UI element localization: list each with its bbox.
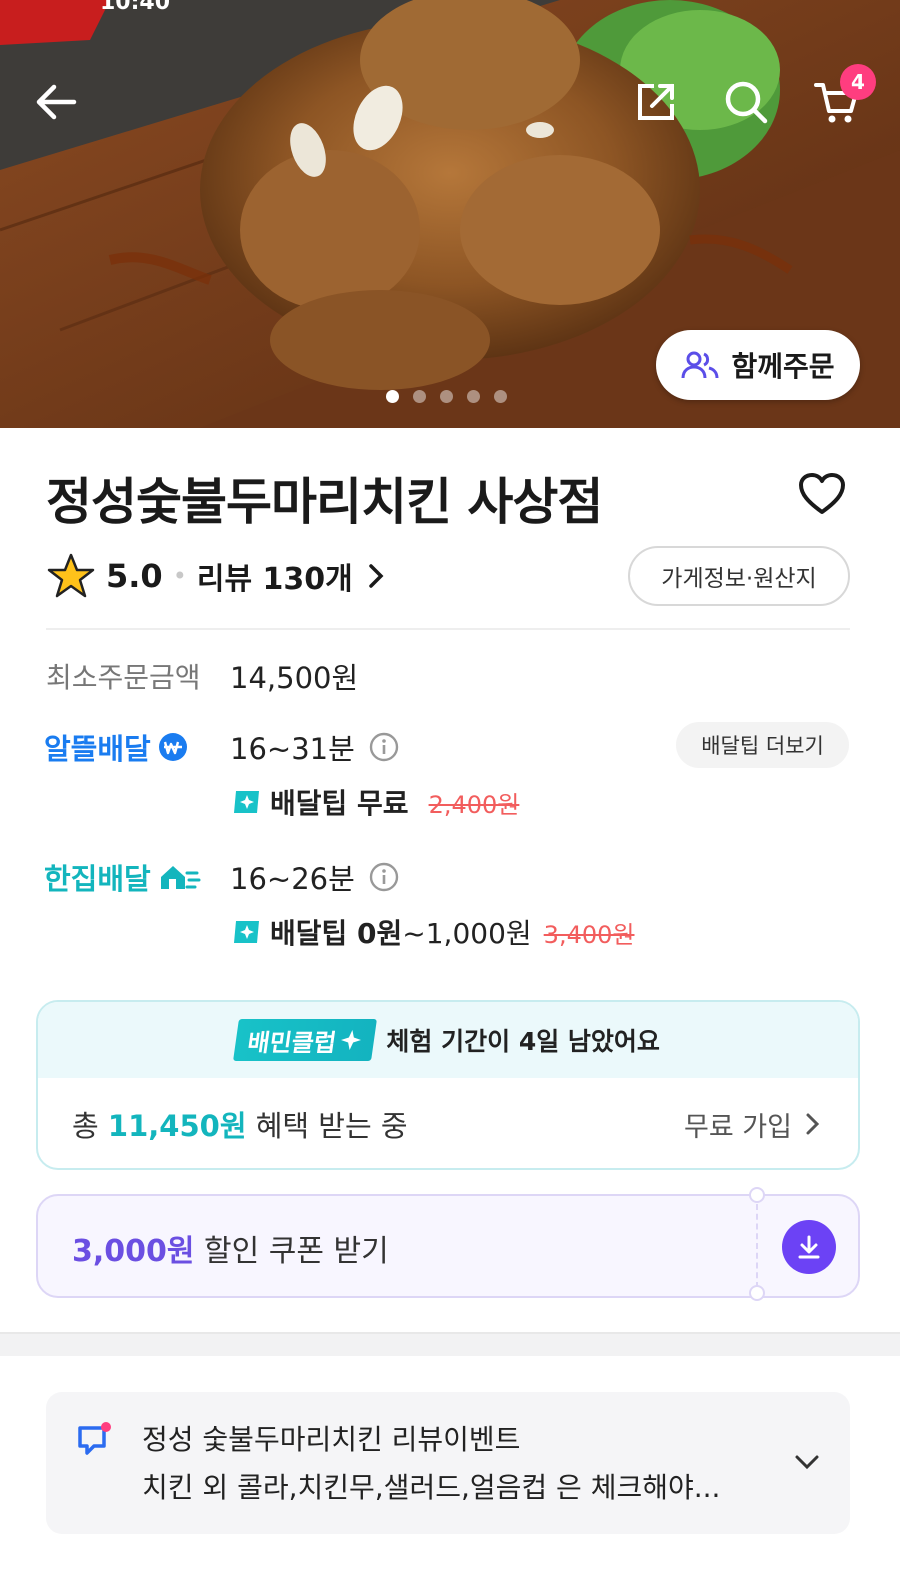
single-delivery-time: 16~26분 — [230, 862, 355, 896]
rating-score: 5.0 — [106, 557, 163, 595]
notice-title: 정성 숯불두마리치킨 리뷰이벤트 — [142, 1423, 521, 1456]
dot-separator: • — [172, 562, 187, 590]
notice-icon — [78, 1422, 111, 1455]
single-delivery-label: 한집배달 — [44, 856, 201, 898]
store-hero-image[interactable]: 10:40 4 함께주문 — [0, 0, 900, 428]
club-sparkle-icon — [234, 921, 259, 943]
saver-tip-label: 배달팁 무료 — [270, 787, 409, 820]
cart-count-badge: 4 — [840, 64, 876, 100]
group-order-label: 함께주문 — [731, 350, 835, 383]
store-info-button[interactable]: 가게정보·원산지 — [628, 546, 850, 606]
divider — [46, 628, 850, 630]
section-divider — [0, 1332, 900, 1356]
info-icon[interactable] — [369, 732, 399, 762]
single-tip-original: 3,400원 — [543, 920, 635, 949]
chevron-down-icon[interactable] — [794, 1452, 820, 1472]
single-tip-range: ~1,000원 — [402, 917, 532, 950]
star-icon — [47, 553, 95, 598]
notice-body: 치킨 외 콜라,치킨무,샐러드,얼음컵 은 체크해야... — [142, 1471, 721, 1504]
club-badge-text: 배민클럽 — [245, 1028, 339, 1057]
search-icon — [725, 81, 768, 124]
min-order-label: 최소주문금액 — [46, 661, 201, 694]
baemin-club-banner[interactable]: 배민클럽 체험 기간이 4일 남았어요 총 11,450원 혜택 받는 중 무료… — [36, 1000, 860, 1170]
saver-delivery-time-row: 16~31분 — [230, 726, 399, 768]
heart-icon — [799, 473, 845, 514]
share-button[interactable] — [628, 74, 684, 130]
sparkle-icon — [341, 1030, 362, 1050]
club-badge: 배민클럽 — [233, 1019, 378, 1061]
rating-row[interactable]: 5.0 • 리뷰 130개 — [46, 550, 391, 602]
coupon-download-banner[interactable]: 3,000원 할인 쿠폰 받기 — [36, 1187, 860, 1301]
single-delivery-text: 한집배달 — [44, 862, 151, 896]
carousel-dot[interactable] — [467, 390, 480, 403]
club-trial-message: 체험 기간이 4일 남았어요 — [386, 1027, 660, 1056]
club-benefit-prefix: 총 — [72, 1109, 99, 1143]
store-notice-card[interactable]: 정성 숯불두마리치킨 리뷰이벤트 치킨 외 콜라,치킨무,샐러드,얼음컵 은 체… — [46, 1392, 850, 1534]
coupon-perforation — [756, 1204, 758, 1288]
back-button[interactable] — [28, 74, 84, 130]
coupon-download-button[interactable] — [782, 1220, 836, 1274]
share-icon — [638, 84, 674, 120]
carousel-dot[interactable] — [440, 390, 453, 403]
single-tip-label: 배달팁 0원 — [270, 917, 403, 950]
store-name: 정성숯불두마리치킨 사상점 — [46, 473, 603, 531]
coupon-text: 3,000원 할인 쿠폰 받기 — [72, 1226, 389, 1270]
review-count-link[interactable]: 리뷰 130개 — [197, 554, 353, 598]
favorite-button[interactable] — [798, 472, 846, 520]
coupon-notch — [749, 1187, 765, 1203]
club-benefit-text: 총 11,450원 혜택 받는 중 — [72, 1103, 408, 1145]
min-order-value: 14,500원 — [230, 661, 359, 695]
tip-more-button[interactable]: 배달팁 더보기 — [676, 722, 849, 768]
saver-tip-original: 2,400원 — [428, 790, 520, 819]
fast-house-icon — [160, 866, 201, 889]
carousel-dot[interactable] — [494, 390, 507, 403]
won-coin-icon — [158, 733, 187, 761]
club-sparkle-icon — [234, 791, 259, 813]
carousel-indicator — [386, 390, 507, 403]
status-time: 10:40 — [100, 0, 171, 15]
club-benefit-row: 총 11,450원 혜택 받는 중 무료 가입 — [38, 1078, 858, 1168]
coupon-label: 할인 쿠폰 받기 — [204, 1234, 389, 1269]
single-tip-row: 배달팁 0원 ~1,000원 3,400원 — [232, 912, 634, 952]
club-join-label: 무료 가입 — [684, 1111, 792, 1143]
carousel-dot[interactable] — [386, 390, 399, 403]
chevron-right-icon — [368, 564, 384, 588]
search-button[interactable] — [718, 74, 774, 130]
chevron-right-icon — [806, 1113, 820, 1135]
carousel-dot[interactable] — [413, 390, 426, 403]
group-order-button[interactable]: 함께주문 — [656, 330, 860, 400]
club-join-link[interactable]: 무료 가입 — [684, 1105, 824, 1144]
saver-delivery-time: 16~31분 — [230, 732, 355, 766]
arrow-left-icon — [36, 84, 77, 120]
club-benefit-suffix: 혜택 받는 중 — [255, 1109, 408, 1143]
coupon-amount: 3,000원 — [72, 1234, 195, 1269]
saver-delivery-text: 알뜰배달 — [44, 732, 151, 766]
info-icon[interactable] — [369, 862, 399, 892]
download-icon — [798, 1235, 820, 1259]
saver-tip-row: 배달팁 무료 2,400원 — [232, 782, 519, 822]
club-trial-header: 배민클럽 체험 기간이 4일 남았어요 — [38, 1002, 858, 1078]
people-icon — [681, 351, 719, 379]
club-benefit-amount: 11,450원 — [107, 1109, 247, 1143]
saver-delivery-label: 알뜰배달 — [44, 726, 189, 768]
coupon-notch — [749, 1285, 765, 1301]
single-delivery-time-row: 16~26분 — [230, 856, 399, 898]
